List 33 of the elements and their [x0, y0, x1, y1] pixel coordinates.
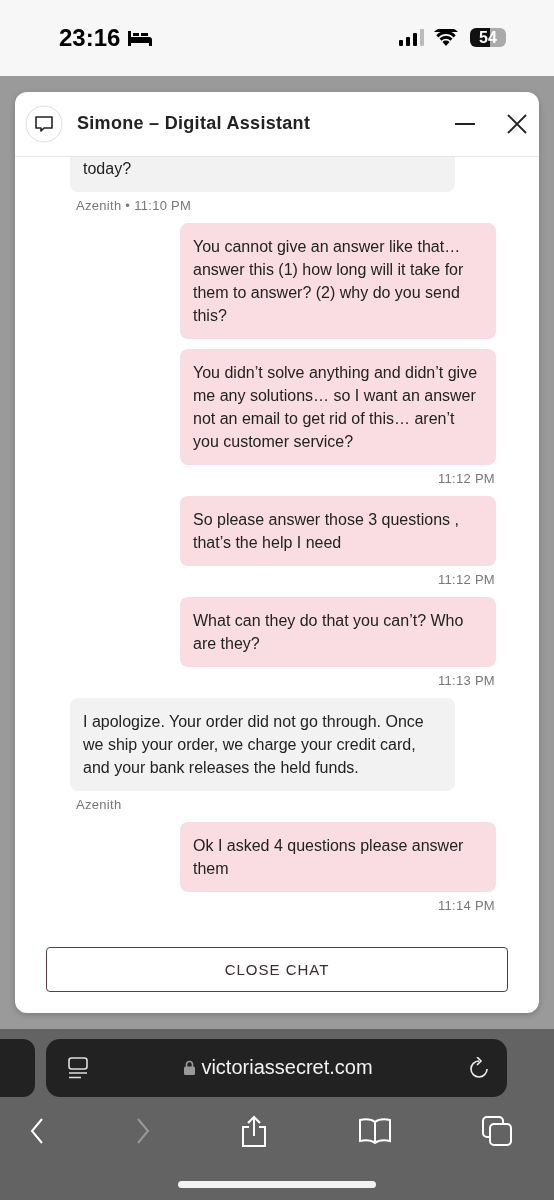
close-icon[interactable]	[507, 113, 527, 134]
message-meta: Azenith	[76, 796, 122, 812]
user-message: You didn’t solve anything and didn’t give me any solutions… so I want an answer not an email to get rid of this… aren’t you customer service?	[180, 348, 496, 465]
user-message: You cannot give an answer like that… answer this (1) how long will it take for them to answer? (2) why do you send this?	[180, 222, 496, 339]
reader-icon[interactable]	[68, 1056, 88, 1079]
message-meta: 11:13 PM	[437, 672, 495, 688]
message-meta: 11:12 PM	[437, 571, 495, 587]
url-text: victoriassecret.com	[201, 1056, 373, 1080]
wifi-icon	[434, 29, 458, 47]
bed-icon	[128, 29, 153, 46]
address-bar[interactable]: victoriassecret.com	[46, 1038, 507, 1097]
tabs-icon[interactable]	[482, 1115, 512, 1146]
agent-message: I apologize. Your order did not go through. Once we ship your order, we charge your credit card, and your bank releases the held funds.	[70, 697, 455, 791]
agent-message: today?	[70, 156, 455, 192]
status-time: 23:16	[59, 23, 121, 52]
user-message: What can they do that you can’t? Who are they?	[180, 596, 496, 667]
lock-icon	[184, 1060, 196, 1076]
chat-title: Simone – Digital Assistant	[77, 113, 312, 135]
home-indicator[interactable]	[178, 1180, 376, 1188]
message-meta: 11:12 PM	[437, 470, 495, 486]
user-message: So please answer those 3 questions , that’s the help I need	[180, 495, 496, 566]
close-chat-button[interactable]: CLOSE CHAT	[46, 946, 508, 992]
message-meta: Azenith • 11:10 PM	[76, 197, 192, 213]
reload-icon[interactable]	[469, 1056, 489, 1079]
minimize-icon[interactable]	[455, 121, 475, 126]
back-icon[interactable]	[30, 1117, 44, 1144]
previous-tab[interactable]	[0, 1038, 35, 1097]
chat-bubble-icon	[25, 104, 63, 143]
message-meta: 11:14 PM	[437, 897, 495, 913]
signal-icon	[399, 29, 426, 47]
share-icon[interactable]	[241, 1114, 267, 1147]
user-message: Ok I asked 4 questions please answer them	[180, 821, 496, 892]
book-icon[interactable]	[358, 1117, 391, 1144]
